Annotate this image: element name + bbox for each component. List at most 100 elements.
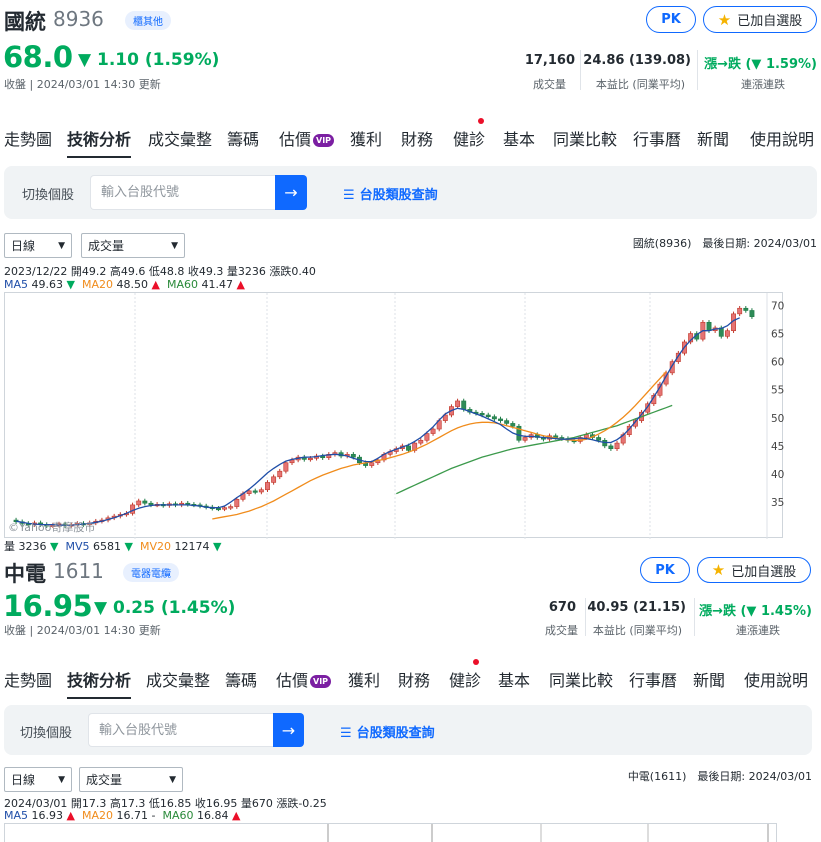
tab-trades[interactable]: 成交彙整 [146,667,210,691]
tab-trend[interactable]: 走勢圖 [4,126,52,150]
period-select[interactable]: 日線 ▼ [4,767,72,792]
ma20-value: 16.71 [116,809,149,822]
tab-valuation[interactable]: 估價 VIP [276,667,332,691]
indicator-select[interactable]: 成交量 ▼ [79,767,183,792]
candle-body [136,500,142,506]
tab-calendar[interactable]: 行事曆 [633,126,681,150]
candlestick-chart[interactable]: 35 40 45 50 55 60 65 70 [4,292,784,539]
candlestick-chart-2[interactable] [4,823,777,842]
search-label: 切換個股 [22,188,75,203]
divider [694,598,695,636]
candle-body [265,482,270,491]
pk-button[interactable]: PK [646,6,696,33]
y-tick-label: 70 [771,300,784,312]
stock-search-input[interactable] [88,713,274,747]
ohlc-info: 2023/12/22 開49.2 高49.6 低48.8 收49.3 量3236… [4,265,316,278]
period-select[interactable]: 日線 ▼ [4,233,72,258]
stat-volume-label: 成交量 [533,78,566,91]
candle-body [252,490,258,493]
stock-price: 16.95 [3,589,93,623]
tab-trades[interactable]: 成交彙整 [148,126,212,150]
stat-pe: 24.86 (139.08) [583,53,691,68]
tab-finance[interactable]: 財務 [401,126,433,150]
candlestick-svg: 35 40 45 50 55 60 65 70 [13,293,784,539]
tab-peers[interactable]: 同業比較 [553,126,617,150]
tab-health[interactable]: 健診 [453,126,485,150]
y-tick-label: 40 [771,469,784,481]
tab-help[interactable]: 使用說明 [744,667,808,691]
tab-technical[interactable]: 技術分析 [67,667,132,699]
candle-body [455,400,461,407]
price-change: ▼ 0.25 (1.45%) [94,598,236,618]
chart-header: 國統(8936) 最後日期: 2024/03/01 [632,237,817,250]
tab-basic[interactable]: 基本 [503,126,535,150]
update-status: 收盤 | 2024/03/01 14:30 更新 [4,78,161,91]
indicator-select[interactable]: 成交量 ▼ [81,233,185,258]
chevron-down-icon: ▼ [58,774,65,785]
ma20-dir: ▲ [151,278,160,291]
tab-profit[interactable]: 獲利 [350,126,382,150]
tab-chips[interactable]: 籌碼 [227,126,259,150]
tab-health[interactable]: 健診 [449,667,481,691]
stat-pe: 40.95 (21.15) [587,600,686,615]
y-tick-label: 55 [771,385,784,397]
watchlist-label: 已加自選股 [731,564,797,580]
chart2-grid [327,824,769,842]
ma5-label: MA5 [4,278,29,291]
arrow-right-icon: → [284,183,298,202]
stock-search-bar: 切換個股 → ☰ 台股類股查詢 [4,166,817,219]
stock-price: 68.0 [3,40,73,74]
tab-help[interactable]: 使用說明 [750,126,814,150]
candle-body [148,502,154,506]
tab-calendar[interactable]: 行事曆 [629,667,677,691]
tab-valuation[interactable]: 估價 VIP [279,126,335,150]
ma60-dir: ▲ [236,278,245,291]
stat-volume: 670 [548,600,576,615]
tab-profit[interactable]: 獲利 [348,667,380,691]
tab-basic[interactable]: 基本 [498,667,530,691]
stat-pe-label: 本益比 (同業平均) [595,78,685,91]
y-tick-label: 45 [771,441,784,453]
tab-finance[interactable]: 財務 [398,667,430,691]
vip-badge: VIP [313,134,335,147]
tab-peers[interactable]: 同業比較 [549,667,613,691]
category-query-link[interactable]: ☰ 台股類股查詢 [340,722,435,741]
ma5-value: 49.63 [31,278,64,291]
tab-news[interactable]: 新聞 [693,667,725,691]
divider [580,50,581,90]
candle-body [369,462,375,466]
candle-body [749,310,755,317]
candle-body [283,462,289,472]
tab-news[interactable]: 新聞 [697,126,729,150]
y-tick-label: 65 [771,329,784,341]
stat-volume-label: 成交量 [545,624,578,637]
search-submit-button[interactable]: → [273,713,304,747]
y-tick-label: 50 [771,413,784,425]
category-query-label: 台股類股查詢 [359,188,438,203]
ma5-dir: ▲ [66,809,75,822]
ma20-label: MA20 [81,278,113,291]
update-status: 收盤 | 2024/03/01 14:30 更新 [4,624,161,637]
candle-body [418,439,424,444]
category-badge[interactable]: 電器電纜 [123,563,179,582]
candle-body [277,470,283,478]
search-submit-button[interactable]: → [275,175,307,210]
stat-volume: 17,160 [524,53,575,68]
stock-search-bar: 切換個股 → ☰ 台股類股查詢 [4,705,812,755]
tab-trend[interactable]: 走勢圖 [4,667,52,691]
add-watchlist-button[interactable]: ★ 已加自選股 [703,6,817,33]
notification-dot [478,118,484,124]
vol-value: 3236 [18,540,47,553]
mv20-value: 12174 [174,540,210,553]
category-query-link[interactable]: ☰ 台股類股查詢 [343,184,438,203]
candle-body [406,445,411,451]
tab-technical[interactable]: 技術分析 [67,126,132,158]
star-icon: ★ [717,10,732,29]
divider [697,50,698,90]
pk-button[interactable]: PK [640,557,690,583]
category-badge[interactable]: 櫃其他 [125,11,171,30]
add-watchlist-button[interactable]: ★ 已加自選股 [697,557,811,583]
stock-search-input[interactable] [90,175,276,210]
tab-chips[interactable]: 籌碼 [225,667,257,691]
candle-body [307,457,313,461]
